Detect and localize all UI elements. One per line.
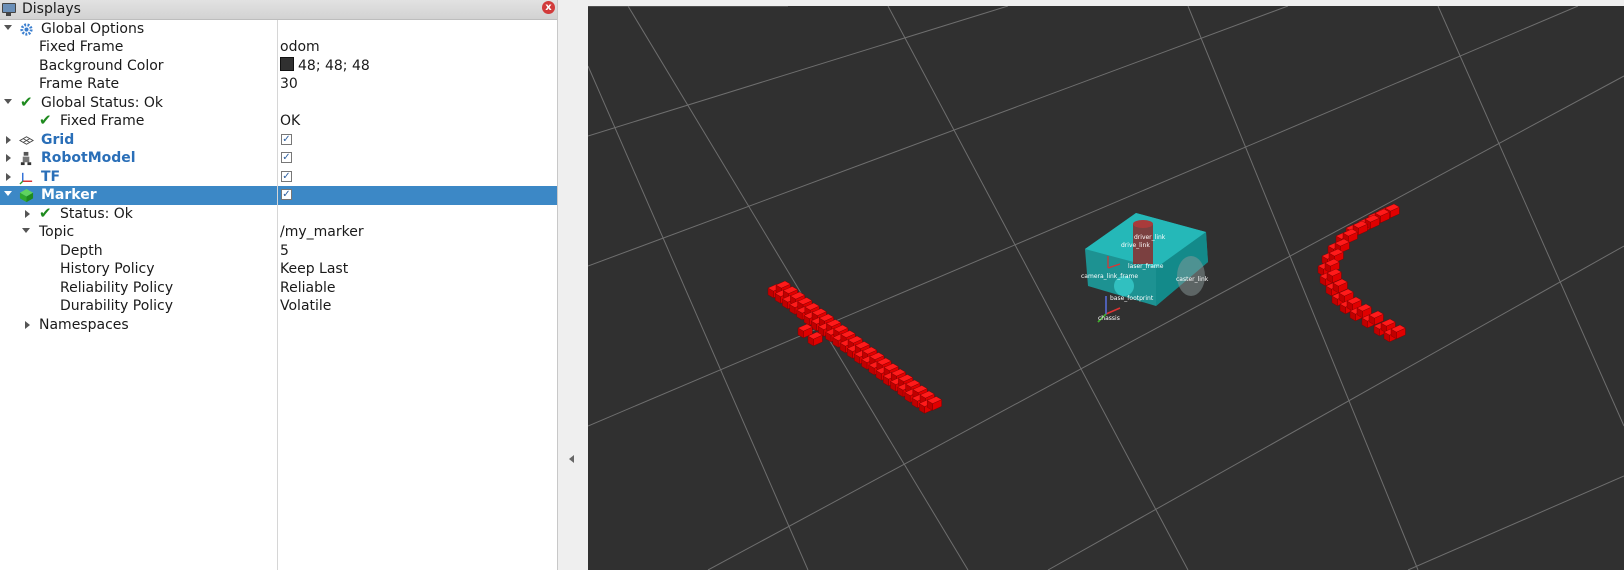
status-fixed-frame-label: Fixed Frame [60, 113, 145, 129]
tree-row-grid[interactable]: Grid ✓ [0, 131, 557, 150]
robot-model-checkbox[interactable]: ✓ [281, 152, 292, 163]
expand-chevron-down-icon[interactable] [22, 228, 30, 233]
topic-label: Topic [39, 224, 75, 240]
expand-chevron-right-icon[interactable] [6, 154, 11, 162]
grid-line [1187, 6, 1419, 570]
displays-tree: Global Options Fixed Frame odom Backgrou… [0, 20, 557, 570]
3d-scene[interactable]: drive_link camera_link_frame base_footpr… [588, 6, 1624, 570]
tree-row-robot-model[interactable]: RobotModel ✓ [0, 149, 557, 168]
grid-line [588, 6, 1009, 137]
reliability-policy-value[interactable]: Reliable [280, 279, 335, 298]
grid-label: Grid [41, 132, 75, 148]
tree-row-background-color[interactable]: Background Color 48; 48; 48 [0, 57, 557, 76]
history-policy-label: History Policy [60, 261, 155, 277]
marker-status-label: Status: Ok [60, 206, 133, 222]
robot-driver-cylinder-top [1133, 220, 1153, 228]
depth-label: Depth [60, 243, 103, 259]
tf-axes-icon [19, 172, 33, 185]
tf-label-caster: caster_link [1176, 276, 1209, 283]
collapse-arrow-left-icon[interactable] [569, 455, 574, 463]
panel-titlebar: Displays x [0, 0, 557, 20]
marker-wall-right [1317, 203, 1406, 343]
tf-label-driver: driver_link [1134, 234, 1166, 241]
expand-chevron-right-icon[interactable] [6, 173, 11, 181]
tf-label: TF [41, 169, 61, 185]
tree-row-history-policy[interactable]: History Policy Keep Last [0, 260, 557, 279]
marker-label: Marker [41, 187, 97, 203]
grid-line [627, 6, 969, 570]
close-panel-button[interactable]: x [542, 1, 555, 14]
tree-row-durability-policy[interactable]: Durability Policy Volatile [0, 297, 557, 316]
tree-row-topic[interactable]: Topic /my_marker [0, 223, 557, 242]
tree-row-global-status[interactable]: ✔ Global Status: Ok [0, 93, 557, 113]
tree-row-frame-rate[interactable]: Frame Rate 30 [0, 75, 557, 94]
grid-checkbox[interactable]: ✓ [281, 134, 292, 145]
column-divider[interactable] [277, 20, 278, 570]
tree-row-namespaces[interactable]: Namespaces [0, 316, 557, 335]
expand-chevron-down-icon[interactable] [4, 191, 12, 196]
expand-chevron-right-icon[interactable] [25, 321, 30, 329]
history-policy-value[interactable]: Keep Last [280, 260, 348, 279]
displays-monitor-icon [2, 3, 16, 16]
tf-label-drive: drive_link [1121, 242, 1150, 249]
status-ok-check-icon: ✔ [39, 111, 52, 129]
tf-checkbox[interactable]: ✓ [281, 171, 292, 182]
status-ok-check-icon: ✔ [20, 93, 33, 111]
tree-row-marker[interactable]: Marker ✓ [0, 186, 557, 205]
marker-cube-icon [19, 188, 34, 203]
tf-label-base-footprint: base_footprint [1110, 295, 1154, 302]
global-options-label: Global Options [41, 21, 145, 37]
global-status-label: Global Status: Ok [41, 95, 164, 111]
grid-line [588, 6, 1579, 427]
status-fixed-frame-value: OK [280, 113, 301, 129]
color-swatch[interactable] [280, 57, 294, 71]
namespaces-label: Namespaces [39, 317, 129, 333]
frame-rate-value[interactable]: 30 [280, 75, 298, 94]
frame-rate-label: Frame Rate [39, 76, 120, 92]
tf-label-camera: camera_link_frame [1081, 273, 1138, 280]
robot-model: drive_link camera_link_frame base_footpr… [1081, 213, 1209, 323]
status-ok-check-icon: ✔ [39, 204, 52, 222]
marker-checkbox[interactable]: ✓ [281, 189, 292, 200]
expand-chevron-down-icon[interactable] [4, 25, 12, 30]
grid-line [1407, 475, 1624, 570]
tree-row-marker-status[interactable]: ✔ Status: Ok [0, 204, 557, 224]
robot-icon [20, 151, 32, 166]
tf-label-chassis: chassis [1098, 315, 1120, 322]
robot-model-label: RobotModel [41, 150, 136, 166]
tree-row-reliability-policy[interactable]: Reliability Policy Reliable [0, 279, 557, 298]
grid-icon [19, 136, 34, 145]
tree-row-tf[interactable]: TF ✓ [0, 168, 557, 187]
panel-title: Displays [22, 1, 81, 17]
grid-line [588, 65, 809, 570]
background-color-text: 48; 48; 48 [298, 58, 370, 74]
tf-label-laser: laser_frame [1128, 263, 1164, 270]
tree-row-fixed-frame[interactable]: Fixed Frame odom [0, 38, 557, 57]
fixed-frame-label: Fixed Frame [39, 39, 124, 55]
topic-value[interactable]: /my_marker [280, 223, 364, 242]
marker-wall-left [767, 280, 943, 414]
background-color-value[interactable]: 48; 48; 48 [280, 57, 370, 76]
grid-line [1437, 6, 1624, 427]
tree-row-depth[interactable]: Depth 5 [0, 242, 557, 261]
3d-viewport[interactable]: drive_link camera_link_frame base_footpr… [588, 6, 1624, 570]
durability-policy-value[interactable]: Volatile [280, 297, 331, 316]
tree-row-status-fixed-frame[interactable]: ✔ Fixed Frame OK [0, 111, 557, 131]
depth-value[interactable]: 5 [280, 242, 289, 261]
expand-chevron-right-icon[interactable] [6, 136, 11, 144]
durability-policy-label: Durability Policy [60, 298, 174, 314]
expand-chevron-down-icon[interactable] [4, 99, 12, 104]
fixed-frame-value[interactable]: odom [280, 38, 320, 57]
displays-panel: Displays x Global Options Fixed Frame od… [0, 0, 558, 570]
reliability-policy-label: Reliability Policy [60, 280, 174, 296]
panel-splitter[interactable] [560, 0, 588, 570]
expand-chevron-right-icon[interactable] [25, 210, 30, 218]
gear-icon [20, 23, 33, 36]
tree-row-global-options[interactable]: Global Options [0, 20, 557, 39]
background-color-label: Background Color [39, 58, 164, 74]
